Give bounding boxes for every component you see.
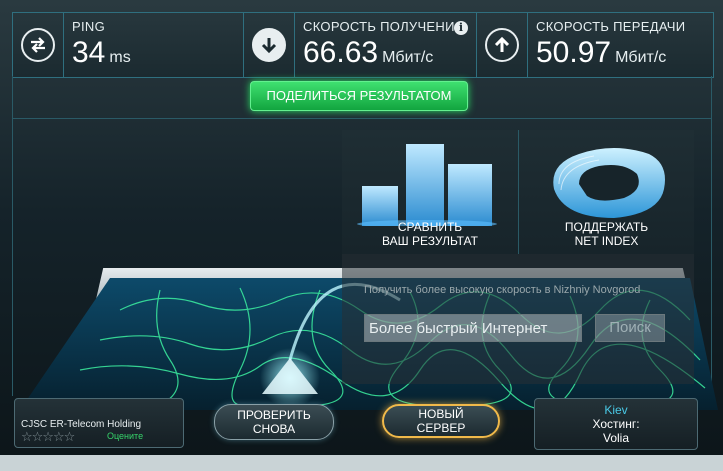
stats-bar: PING 34 ms СКОРОСТЬ ПОЛУЧЕНИЯ 66.63 Мбит/с… <box>12 12 714 78</box>
download-unit: Мбит/с <box>382 49 434 66</box>
compare-line1: СРАВНИТЬ <box>397 220 463 234</box>
net-index-logo-icon <box>553 148 665 218</box>
info-icon[interactable]: i <box>454 21 468 35</box>
rating-stars-icon[interactable]: ☆☆☆☆☆ <box>21 429 75 445</box>
support-line1: ПОДДЕРЖАТЬ <box>564 220 649 234</box>
upload-label: СКОРОСТЬ ПЕРЕДАЧИ <box>536 19 686 34</box>
upload-stat: СКОРОСТЬ ПЕРЕДАЧИ 50.97 Мбит/с <box>476 13 713 77</box>
server-panel: Kiev Хостинг: Volia <box>534 398 698 450</box>
compare-result-tile[interactable]: СРАВНИТЬ ВАШ РЕЗУЛЬТАТ <box>342 130 519 254</box>
promo-text: Получить более высокую скорость в Nizhni… <box>364 284 641 296</box>
bottom-strip <box>0 455 723 471</box>
upload-icon-cell <box>477 13 528 77</box>
support-line2: NET INDEX <box>574 234 639 248</box>
test-again-line1: ПРОВЕРИТЬ <box>237 408 311 422</box>
ping-body: PING 34 ms <box>64 19 131 71</box>
ping-label: PING <box>72 19 105 34</box>
bar-chart-icon <box>357 144 497 226</box>
ping-arrows-icon <box>21 28 55 62</box>
hosting-label: Хостинг: <box>592 417 640 431</box>
upload-unit: Мбит/с <box>615 49 667 66</box>
rate-isp-link[interactable]: Оцените <box>107 431 143 441</box>
download-body: СКОРОСТЬ ПОЛУЧЕНИЯ 66.63 Мбит/с <box>295 19 464 71</box>
share-result-button[interactable]: ПОДЕЛИТЬСЯ РЕЗУЛЬТАТОМ <box>250 81 468 111</box>
new-server-line1: НОВЫЙ <box>418 407 464 421</box>
upload-arrow-icon <box>485 28 519 62</box>
new-server-line2: СЕРВЕР <box>416 421 466 435</box>
upload-value: 50.97 <box>536 36 612 69</box>
faster-internet-search-input[interactable] <box>364 314 582 342</box>
download-stat: СКОРОСТЬ ПОЛУЧЕНИЯ 66.63 Мбит/с i <box>243 13 476 77</box>
download-label: СКОРОСТЬ ПОЛУЧЕНИЯ <box>303 19 465 34</box>
new-server-button[interactable]: НОВЫЙ СЕРВЕР <box>382 404 500 438</box>
support-netindex-tile[interactable]: ПОДДЕРЖАТЬ NET INDEX <box>519 130 694 254</box>
ping-icon-cell <box>13 13 64 77</box>
host-name: Volia <box>602 431 630 445</box>
download-value: 66.63 <box>303 36 379 69</box>
compare-label: СРАВНИТЬ ВАШ РЕЗУЛЬТАТ <box>342 220 518 248</box>
isp-panel: CJSC ER-Telecom Holding ☆☆☆☆☆ Оцените <box>14 398 184 448</box>
download-arrow-icon <box>252 28 286 62</box>
ping-unit: ms <box>109 49 131 66</box>
divider-top <box>12 118 712 119</box>
support-label: ПОДДЕРЖАТЬ NET INDEX <box>519 220 694 248</box>
speedtest-panel: PING 34 ms СКОРОСТЬ ПОЛУЧЕНИЯ 66.63 Мбит/с… <box>0 0 723 471</box>
server-city: Kiev <box>604 403 628 417</box>
compare-line2: ВАШ РЕЗУЛЬТАТ <box>382 234 478 248</box>
download-icon-cell <box>244 13 295 77</box>
ping-value: 34 <box>72 36 106 69</box>
test-again-button[interactable]: ПРОВЕРИТЬ СНОВА <box>214 404 334 440</box>
test-again-line2: СНОВА <box>252 422 296 436</box>
search-button[interactable]: Поиск <box>595 314 665 342</box>
ping-stat: PING 34 ms <box>13 13 243 77</box>
upload-body: СКОРОСТЬ ПЕРЕДАЧИ 50.97 Мбит/с <box>528 19 685 71</box>
